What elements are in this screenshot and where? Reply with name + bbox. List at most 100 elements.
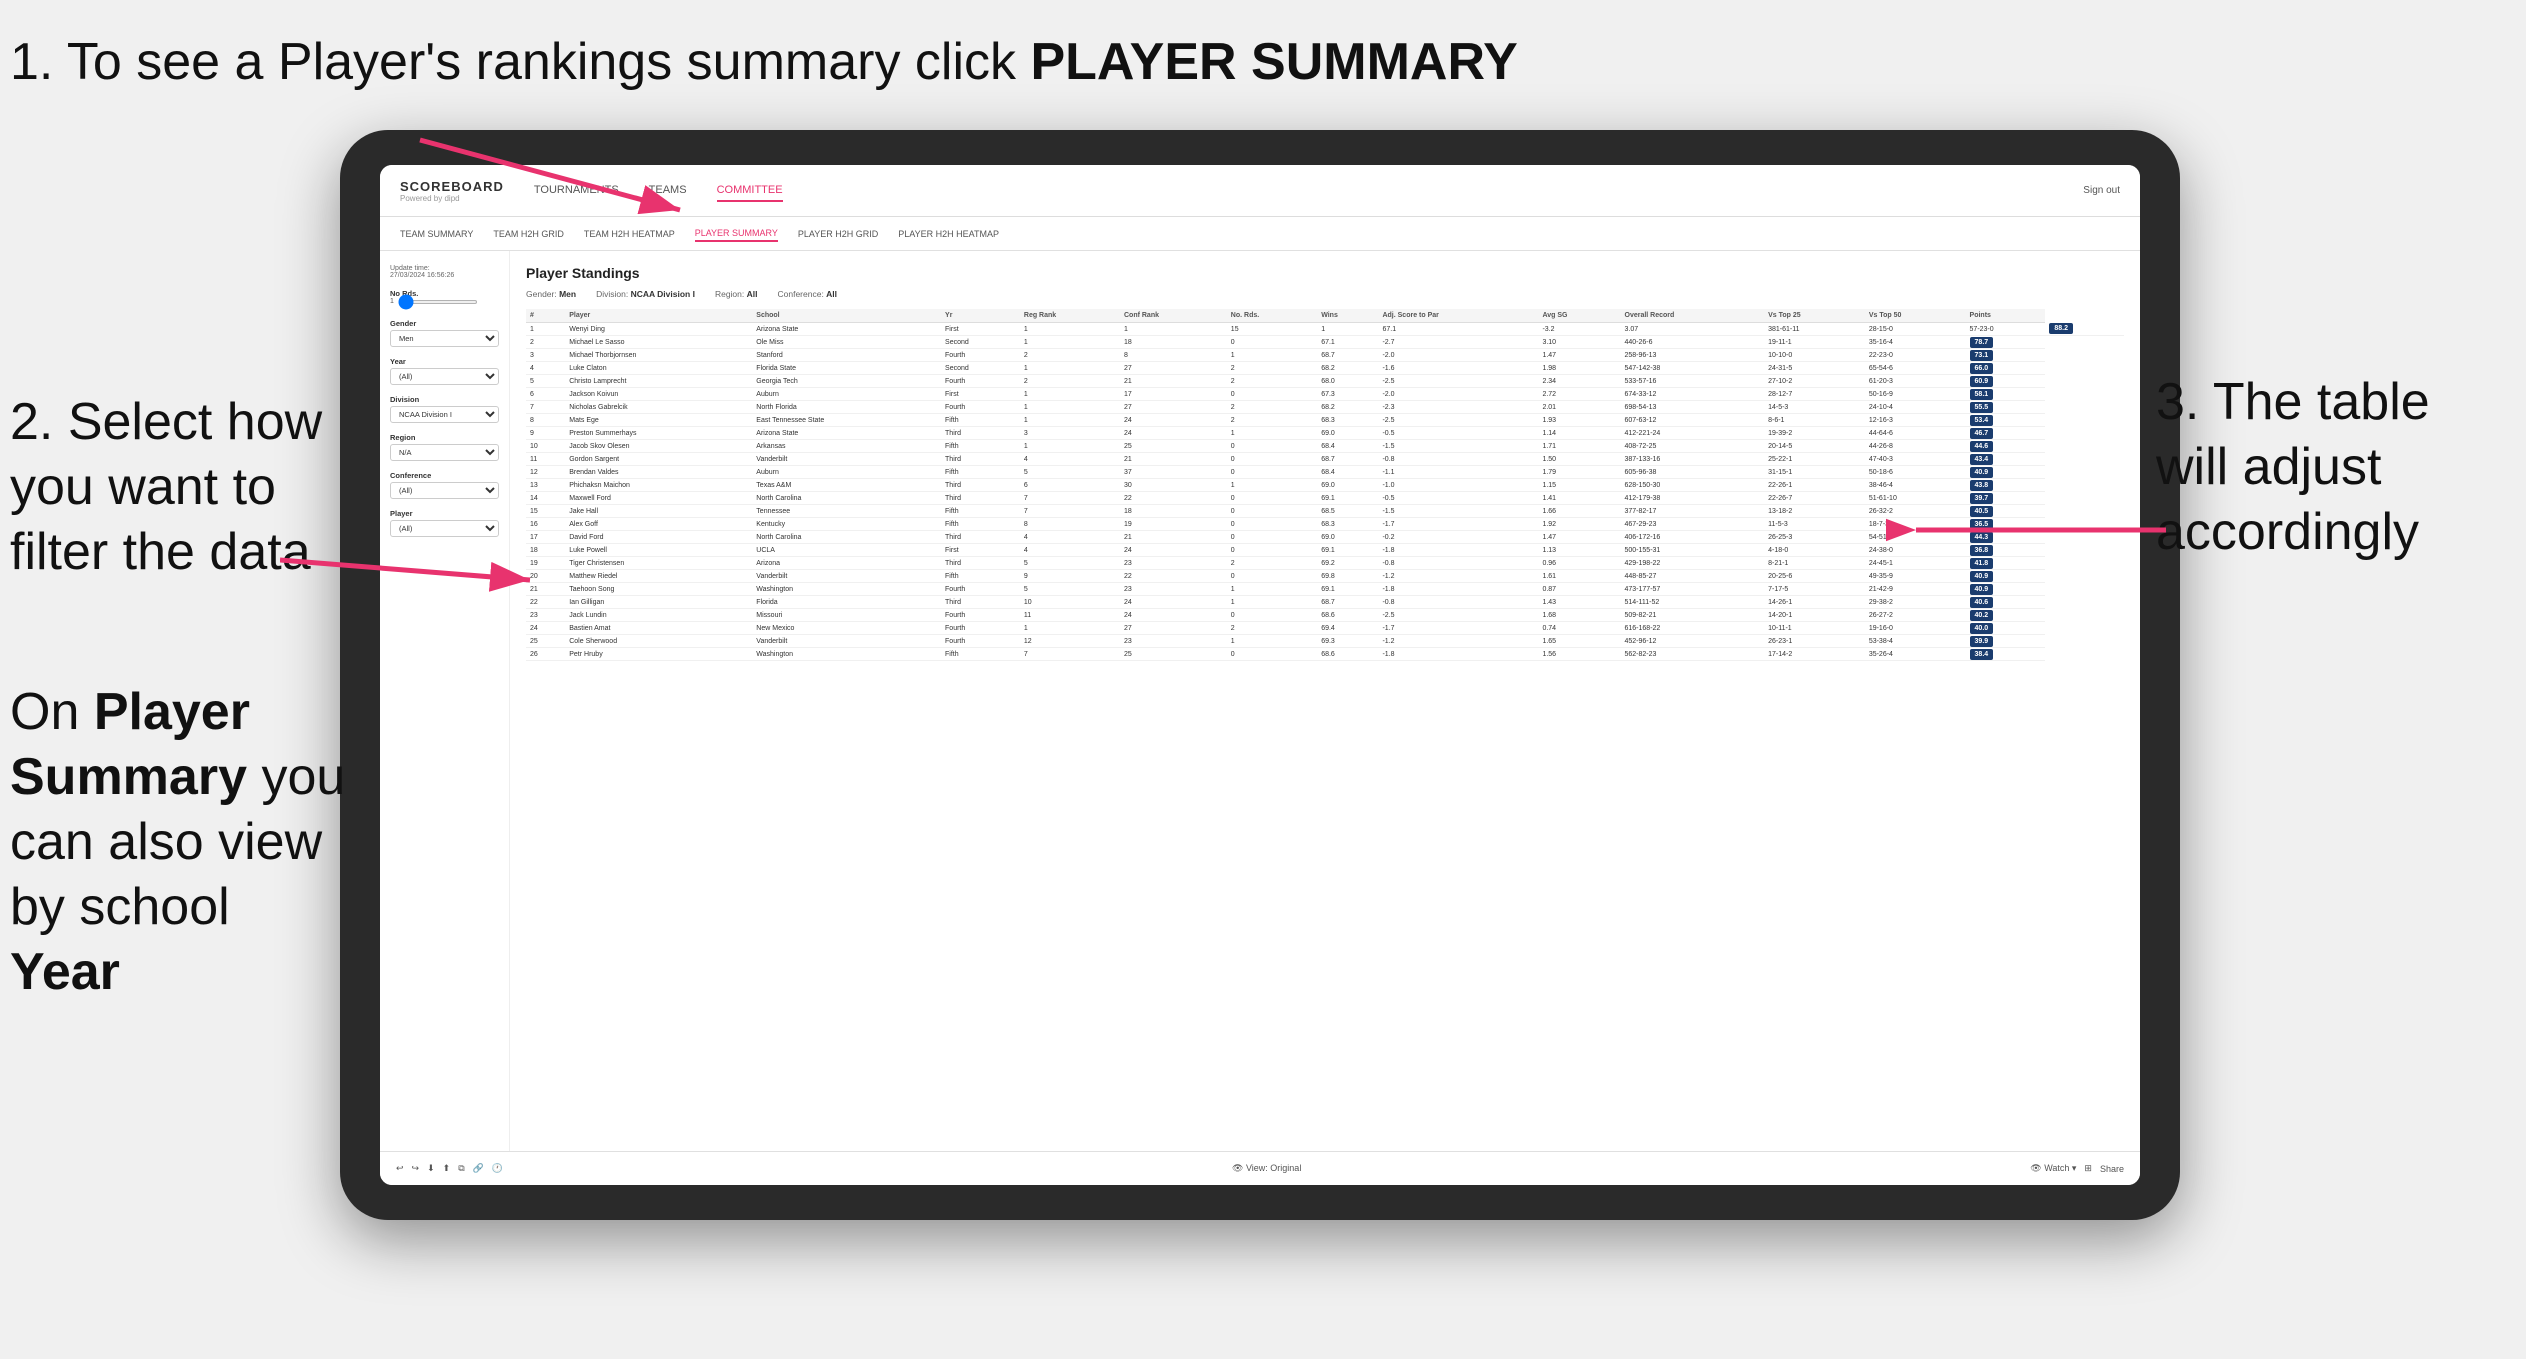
table-row: 14Maxwell FordNorth CarolinaThird722069.…: [526, 492, 2124, 505]
col-no-rds: No. Rds.: [1227, 309, 1317, 323]
share-left-button[interactable]: ⬆: [443, 1163, 451, 1174]
annotation-2: 2. Select how you want to filter the dat…: [10, 390, 350, 585]
table-row: 21Taehoon SongWashingtonFourth523169.1-1…: [526, 583, 2124, 596]
table-row: 25Cole SherwoodVanderbiltFourth1223169.3…: [526, 635, 2124, 648]
points-value: 40.9: [1970, 467, 1994, 478]
table-row: 23Jack LundinMissouriFourth1124068.6-2.5…: [526, 609, 2124, 622]
table-row: 17David FordNorth CarolinaThird421069.0-…: [526, 531, 2124, 544]
col-conf-rank: Conf Rank: [1120, 309, 1227, 323]
sidebar-region: Region N/A All: [390, 433, 499, 461]
points-value: 39.7: [1970, 493, 1994, 504]
col-overall-record: Overall Record: [1621, 309, 1765, 323]
nav-link-teams[interactable]: TEAMS: [649, 180, 687, 202]
table-row: 8Mats EgeEast Tennessee StateFifth124268…: [526, 414, 2124, 427]
sidebar-year: Year (All) First Second Third Fourth Fif…: [390, 357, 499, 385]
table-row: 24Bastien AmatNew MexicoFourth127269.4-1…: [526, 622, 2124, 635]
nav-links: TOURNAMENTS TEAMS COMMITTEE: [534, 180, 2083, 202]
points-value: 36.5: [1970, 519, 1994, 530]
nav-link-tournaments[interactable]: TOURNAMENTS: [534, 180, 619, 202]
year-select[interactable]: (All) First Second Third Fourth Fifth: [390, 368, 499, 385]
col-vs-top-25: Vs Top 25: [1764, 309, 1865, 323]
sidebar-conference: Conference (All): [390, 471, 499, 499]
filter-conference: Conference: All: [778, 289, 838, 299]
points-value: 60.9: [1970, 376, 1994, 387]
link-button[interactable]: 🔗: [473, 1163, 484, 1174]
sign-out-link[interactable]: Sign out: [2083, 185, 2120, 196]
sidebar-player: Player (All): [390, 509, 499, 537]
table-row: 7Nicholas GabrelcikNorth FloridaFourth12…: [526, 401, 2124, 414]
bottom-toolbar: ↩ ↪ ⬇ ⬆ ⧉ 🔗 🕐 👁 View: Original 👁 Watch ▾…: [380, 1151, 2140, 1185]
no-rds-slider[interactable]: [398, 300, 478, 304]
tablet-screen: SCOREBOARD Powered by dipd TOURNAMENTS T…: [380, 165, 2140, 1185]
table-row: 16Alex GoffKentuckyFifth819068.3-1.71.92…: [526, 518, 2124, 531]
points-value: 43.8: [1970, 480, 1994, 491]
points-value: 39.9: [1970, 636, 1994, 647]
slider-container: 1: [390, 298, 499, 305]
nav-right: Sign out: [2083, 185, 2120, 196]
sub-nav-team-summary[interactable]: TEAM SUMMARY: [400, 227, 473, 241]
nav-link-committee[interactable]: COMMITTEE: [717, 180, 783, 202]
annotation-1: 1. To see a Player's rankings summary cl…: [10, 30, 1518, 95]
toolbar-center: 👁 View: Original: [1232, 1163, 1301, 1174]
points-value: 53.4: [1970, 415, 1994, 426]
present-button[interactable]: ⊞: [2084, 1163, 2092, 1174]
sub-nav-team-h2h-grid[interactable]: TEAM H2H GRID: [493, 227, 564, 241]
conference-select[interactable]: (All): [390, 482, 499, 499]
points-value: 36.8: [1970, 545, 1994, 556]
region-select[interactable]: N/A All: [390, 444, 499, 461]
table-row: 12Brendan ValdesAuburnFifth537068.4-1.11…: [526, 466, 2124, 479]
points-value: 40.6: [1970, 597, 1994, 608]
undo-button[interactable]: ↩: [396, 1163, 404, 1174]
col-player: Player: [565, 309, 752, 323]
logo-area: SCOREBOARD Powered by dipd: [400, 179, 504, 203]
division-select[interactable]: NCAA Division I: [390, 406, 499, 423]
view-label: 👁 View: Original: [1232, 1163, 1301, 1174]
table-row: 15Jake HallTennesseeFifth718068.5-1.51.6…: [526, 505, 2124, 518]
points-value: 44.6: [1970, 441, 1994, 452]
sub-nav-team-h2h-heatmap[interactable]: TEAM H2H HEATMAP: [584, 227, 675, 241]
table-row: 6Jackson KoivunAuburnFirst117067.3-2.02.…: [526, 388, 2124, 401]
points-value: 43.4: [1970, 454, 1994, 465]
sub-nav-player-summary[interactable]: PLAYER SUMMARY: [695, 226, 778, 242]
table-row: 1Wenyi DingArizona StateFirst1115167.1-3…: [526, 323, 2124, 336]
table-row: 26Petr HrubyWashingtonFifth725068.6-1.81…: [526, 648, 2124, 661]
logo-text: SCOREBOARD: [400, 179, 504, 194]
nav-bar: SCOREBOARD Powered by dipd TOURNAMENTS T…: [380, 165, 2140, 217]
table-row: 5Christo LamprechtGeorgia TechFourth2212…: [526, 375, 2124, 388]
table-row: 2Michael Le SassoOle MissSecond118067.1-…: [526, 336, 2124, 349]
clock-button[interactable]: 🕐: [492, 1163, 503, 1174]
table-title: Player Standings: [526, 265, 2124, 281]
watch-button[interactable]: 👁 Watch ▾: [2030, 1163, 2076, 1174]
table-row: 18Luke PowellUCLAFirst424069.1-1.81.1350…: [526, 544, 2124, 557]
sidebar-section-no-rds: No Rds. 1: [390, 289, 499, 305]
sub-nav-player-h2h-grid[interactable]: PLAYER H2H GRID: [798, 227, 878, 241]
table-row: 3Michael ThorbjornsenStanfordFourth28168…: [526, 349, 2124, 362]
logo-sub: Powered by dipd: [400, 194, 504, 203]
points-value: 40.9: [1970, 584, 1994, 595]
copy-button[interactable]: ⧉: [458, 1163, 464, 1174]
table-row: 9Preston SummerhaysArizona StateThird324…: [526, 427, 2124, 440]
col-adj-score: Adj. Score to Par: [1378, 309, 1538, 323]
points-value: 73.1: [1970, 350, 1994, 361]
download-button[interactable]: ⬇: [427, 1163, 435, 1174]
share-button[interactable]: Share: [2100, 1164, 2124, 1174]
table-header-row: # Player School Yr Reg Rank Conf Rank No…: [526, 309, 2124, 323]
col-reg-rank: Reg Rank: [1020, 309, 1120, 323]
sidebar-gender: Gender Men Women: [390, 319, 499, 347]
sub-nav-player-h2h-heatmap[interactable]: PLAYER H2H HEATMAP: [898, 227, 999, 241]
gender-select[interactable]: Men Women: [390, 330, 499, 347]
points-value: 38.4: [1970, 649, 1994, 660]
sidebar-division: Division NCAA Division I: [390, 395, 499, 423]
points-value: 41.8: [1970, 558, 1994, 569]
table-row: 10Jacob Skov OlesenArkansasFifth125068.4…: [526, 440, 2124, 453]
annotation-right: 3. The table will adjust accordingly: [2156, 370, 2516, 565]
points-value: 40.9: [1970, 571, 1994, 582]
player-standings-table: # Player School Yr Reg Rank Conf Rank No…: [526, 309, 2124, 661]
col-points: Points: [1966, 309, 2046, 323]
col-school: School: [752, 309, 941, 323]
col-rank: #: [526, 309, 565, 323]
table-row: 4Luke ClatonFlorida StateSecond127268.2-…: [526, 362, 2124, 375]
player-select[interactable]: (All): [390, 520, 499, 537]
redo-button[interactable]: ↪: [412, 1163, 420, 1174]
table-row: 22Ian GilliganFloridaThird1024168.7-0.81…: [526, 596, 2124, 609]
